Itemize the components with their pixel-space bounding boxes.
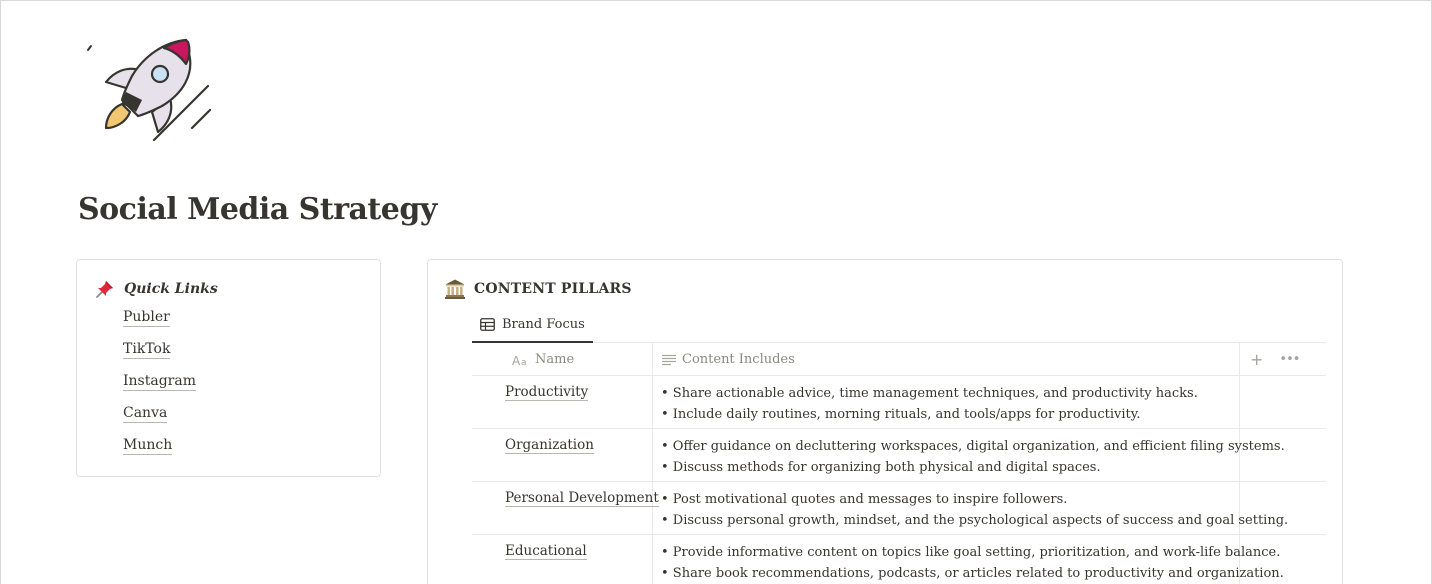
rocket-icon[interactable] (82, 36, 214, 148)
cell-name[interactable]: Productivity (505, 384, 589, 401)
svg-text:a: a (521, 358, 527, 366)
column-divider (652, 343, 653, 376)
list-item: Publer (123, 306, 196, 338)
table-row[interactable]: Educational • Provide informative conten… (472, 535, 1326, 584)
tab-label: Brand Focus (502, 317, 585, 332)
table-icon (480, 318, 495, 331)
svg-text:A: A (512, 354, 521, 366)
pushpin-icon (94, 278, 116, 300)
page-title: Social Media Strategy (78, 192, 437, 227)
link-publer[interactable]: Publer (123, 309, 170, 327)
cell-name[interactable]: Organization (505, 437, 594, 454)
link-munch[interactable]: Munch (123, 437, 173, 455)
text-type-icon: A a (512, 354, 527, 366)
cell-name[interactable]: Personal Development (505, 490, 659, 507)
column-divider (652, 376, 653, 429)
pillars-table: A a Name Content Includes + ••• Producti… (472, 343, 1326, 584)
column-divider (1239, 376, 1240, 429)
column-label: Content Includes (682, 352, 795, 367)
table-row[interactable]: Organization • Offer guidance on declutt… (472, 429, 1326, 482)
content-pillars-callout: CONTENT PILLARS Brand Focus A a Name Con… (427, 259, 1343, 584)
add-property-icon[interactable]: + (1250, 350, 1263, 369)
column-divider (652, 535, 653, 584)
tab-brand-focus[interactable]: Brand Focus (472, 308, 593, 343)
content-pillars-title: CONTENT PILLARS (474, 281, 632, 297)
table-row[interactable]: Productivity • Share actionable advice, … (472, 376, 1326, 429)
list-item: TikTok (123, 338, 196, 370)
table-row[interactable]: Personal Development • Post motivational… (472, 482, 1326, 535)
link-instagram[interactable]: Instagram (123, 373, 196, 391)
column-divider (652, 429, 653, 482)
link-canva[interactable]: Canva (123, 405, 168, 423)
list-item: Instagram (123, 370, 196, 402)
content-pillars-header: CONTENT PILLARS (444, 278, 632, 300)
cell-content[interactable]: • Provide informative content on topics … (661, 542, 1284, 584)
column-header-name[interactable]: A a Name (512, 343, 574, 376)
cell-name[interactable]: Educational (505, 543, 587, 560)
quick-links-list: Publer TikTok Instagram Canva Munch (123, 306, 196, 466)
header-actions: + ••• (1240, 343, 1300, 376)
column-header-content[interactable]: Content Includes (662, 343, 795, 376)
column-label: Name (535, 352, 575, 367)
quick-links-title: Quick Links (124, 281, 218, 297)
table-header: A a Name Content Includes + ••• (472, 343, 1326, 376)
text-lines-icon (662, 354, 676, 365)
list-item: Munch (123, 434, 196, 466)
quick-links-callout: Quick Links Publer TikTok Instagram Canv… (76, 259, 381, 477)
cell-content[interactable]: • Post motivational quotes and messages … (661, 489, 1288, 531)
cell-content[interactable]: • Offer guidance on decluttering workspa… (661, 436, 1285, 478)
cell-content[interactable]: • Share actionable advice, time manageme… (661, 383, 1198, 425)
quick-links-header: Quick Links (94, 278, 218, 300)
classical-building-icon (444, 278, 466, 300)
list-item: Canva (123, 402, 196, 434)
more-options-icon[interactable]: ••• (1279, 352, 1300, 367)
view-tabs: Brand Focus (472, 308, 1326, 343)
link-tiktok[interactable]: TikTok (123, 341, 171, 359)
